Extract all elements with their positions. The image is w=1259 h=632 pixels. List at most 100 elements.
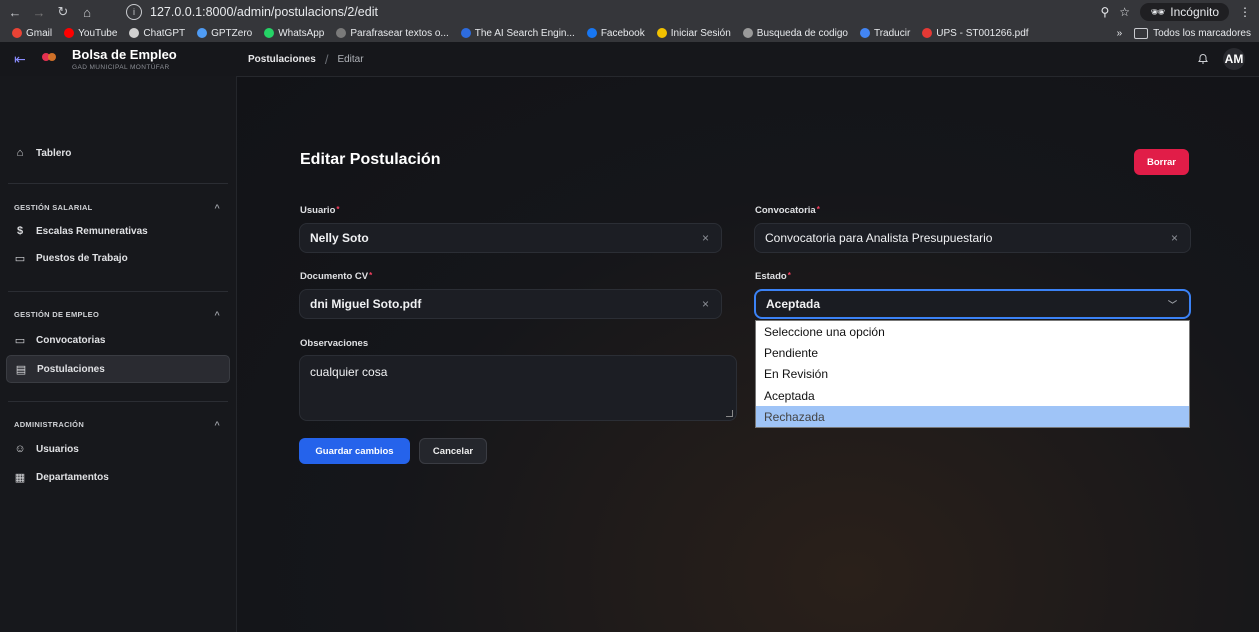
usuario-label: Usuario* — [300, 205, 340, 216]
sidebar-item-label: Puestos de Trabajo — [36, 252, 128, 264]
zoom-icon[interactable]: ⚲ — [1101, 5, 1110, 19]
group-title: ADMINISTRACIÓN — [14, 420, 85, 429]
observaciones-textarea[interactable]: cualquier cosa — [299, 355, 737, 421]
sidebar-item-puestos[interactable]: ▭ Puestos de Trabajo — [6, 245, 228, 271]
bookmark-icon — [859, 28, 870, 38]
estado-label: Estado* — [755, 271, 791, 282]
bookmark-item[interactable]: ChatGPT — [129, 28, 185, 39]
sidebar-item-convocatorias[interactable]: ▭ Convocatorias — [6, 327, 228, 353]
briefcase-icon: ▭ — [14, 252, 26, 265]
incognito-badge[interactable]: 🕶 Incógnito — [1140, 3, 1229, 21]
avatar[interactable]: AM — [1223, 48, 1245, 70]
save-button[interactable]: Guardar cambios — [299, 438, 410, 464]
bookmark-item[interactable]: Busqueda de codigo — [742, 27, 848, 39]
forward-icon[interactable]: → — [30, 3, 48, 21]
bookmark-label: The AI Search Engin... — [474, 27, 575, 39]
bookmark-label: GPTZero — [211, 27, 253, 39]
bookmark-item[interactable]: UPS - ST001266.pdf — [922, 27, 1029, 39]
delete-button[interactable]: Borrar — [1134, 149, 1189, 175]
breadcrumb-separator: / — [324, 51, 329, 67]
sidebar-group-gestion-empleo[interactable]: GESTIÓN DE EMPLEO ^ — [14, 310, 220, 320]
bookmark-item[interactable]: Parafrasear textos o... — [336, 27, 449, 39]
sidebar-toggle-icon[interactable]: ⇤ — [14, 51, 28, 68]
folder-icon — [1134, 27, 1149, 39]
building-icon: ▦ — [14, 471, 26, 484]
sidebar-item-label: Departamentos — [36, 471, 109, 483]
home-icon: ⌂ — [16, 147, 24, 159]
browser-menu-icon[interactable]: ⋮ — [1239, 5, 1251, 19]
bookmark-item[interactable]: Traducir — [859, 27, 911, 39]
bookmarks-bar: Gmail YouTube ChatGPT GPTZero WhatsApp Parafr… — [0, 24, 1259, 43]
breadcrumb: Postulaciones / Editar — [248, 42, 364, 76]
bookmark-label: YouTube — [78, 27, 118, 39]
bell-icon[interactable] — [1197, 53, 1209, 65]
all-bookmarks-button[interactable]: Todos los marcadores — [1134, 27, 1251, 39]
bookmark-item[interactable]: YouTube — [64, 28, 117, 39]
bookmark-item[interactable]: Facebook — [586, 27, 645, 39]
site-info-icon[interactable]: i — [126, 4, 142, 20]
bookmark-icon — [460, 28, 471, 38]
address-bar[interactable]: i 127.0.0.1:8000/admin/postulacions/2/ed… — [126, 3, 1079, 21]
sidebar-item-label: Convocatorias — [36, 334, 106, 346]
bookmark-label: Parafrasear textos o... — [350, 27, 449, 39]
breadcrumb-parent[interactable]: Postulaciones — [248, 54, 316, 65]
more-bookmarks-button[interactable]: » — [1117, 28, 1123, 39]
incognito-label: Incógnito — [1170, 5, 1219, 19]
chevron-down-icon: ﹀ — [1167, 299, 1177, 310]
bookmark-icon — [336, 28, 347, 38]
dollar-circle-icon: $ — [16, 225, 24, 237]
sidebar-group-gestion-salarial[interactable]: GESTIÓN SALARIAL ^ — [14, 203, 220, 213]
star-icon[interactable]: ☆ — [1119, 5, 1130, 19]
group-title: GESTIÓN DE EMPLEO — [14, 310, 100, 319]
bookmark-label: UPS - ST001266.pdf — [936, 27, 1029, 39]
bookmark-item[interactable]: Gmail — [12, 28, 52, 39]
bookmark-label: Traducir — [873, 27, 911, 39]
observaciones-value: cualquier cosa — [310, 365, 388, 379]
estado-option-highlighted[interactable]: Rechazada — [756, 406, 1189, 428]
bookmark-item[interactable]: GPTZero — [197, 28, 252, 39]
chevron-up-icon: ^ — [214, 310, 220, 320]
url-text[interactable]: 127.0.0.1:8000/admin/postulacions/2/edit — [150, 5, 378, 19]
bookmark-label: Busqueda de codigo — [756, 27, 848, 39]
bookmark-item[interactable]: WhatsApp — [264, 28, 324, 39]
sidebar-item-postulaciones[interactable]: ▤ Postulaciones — [6, 355, 230, 383]
sidebar-item-label: Usuarios — [36, 443, 79, 455]
documento-select[interactable]: dni Miguel Soto.pdf × — [299, 289, 722, 319]
sidebar-item-tablero[interactable]: ⌂ Tablero — [6, 140, 228, 166]
estado-select[interactable]: Aceptada ﹀ — [754, 289, 1191, 319]
usuario-select[interactable]: Nelly Soto × — [299, 223, 722, 253]
estado-option[interactable]: Seleccione una opción — [756, 321, 1189, 342]
brand-title: Bolsa de Empleo — [72, 46, 177, 62]
reload-icon[interactable]: ↻ — [54, 3, 72, 21]
browser-right-tools: ⚲ ☆ 🕶 Incógnito ⋮ — [1101, 2, 1251, 22]
bookmark-icon — [64, 28, 75, 38]
convocatoria-value: Convocatoria para Analista Presupuestari… — [765, 231, 993, 245]
bookmark-icon — [922, 28, 933, 38]
home-icon[interactable]: ⌂ — [78, 3, 96, 21]
clear-usuario-icon[interactable]: × — [702, 231, 709, 245]
cancel-button[interactable]: Cancelar — [419, 438, 487, 464]
bookmark-icon — [586, 28, 597, 38]
resize-handle-icon[interactable] — [726, 410, 733, 417]
back-icon[interactable]: ← — [6, 3, 24, 21]
bookmark-item[interactable]: The AI Search Engin... — [460, 27, 575, 39]
all-bookmarks-label: Todos los marcadores — [1153, 27, 1251, 39]
bookmark-label: ChatGPT — [143, 27, 186, 39]
clear-documento-icon[interactable]: × — [702, 297, 709, 311]
bookmark-item[interactable]: Iniciar Sesión — [656, 28, 731, 39]
clear-convocatoria-icon[interactable]: × — [1171, 231, 1178, 245]
convocatoria-select[interactable]: Convocatoria para Analista Presupuestari… — [754, 223, 1191, 253]
sidebar-item-departamentos[interactable]: ▦ Departamentos — [6, 464, 228, 490]
sidebar-item-usuarios[interactable]: ☺ Usuarios — [6, 436, 228, 462]
sidebar-item-escalas[interactable]: $ Escalas Remunerativas — [6, 218, 228, 244]
estado-option[interactable]: Pendiente — [756, 342, 1189, 363]
bookmark-icon — [197, 28, 208, 38]
convocatoria-label: Convocatoria* — [755, 205, 820, 216]
briefcase-icon: ▭ — [14, 334, 26, 347]
sidebar-divider — [8, 291, 228, 292]
estado-option[interactable]: Aceptada — [756, 385, 1189, 406]
sidebar-group-administracion[interactable]: ADMINISTRACIÓN ^ — [14, 420, 220, 430]
bookmark-label: Facebook — [600, 27, 645, 39]
users-icon: ☺ — [14, 443, 26, 455]
estado-option[interactable]: En Revisión — [756, 364, 1189, 385]
